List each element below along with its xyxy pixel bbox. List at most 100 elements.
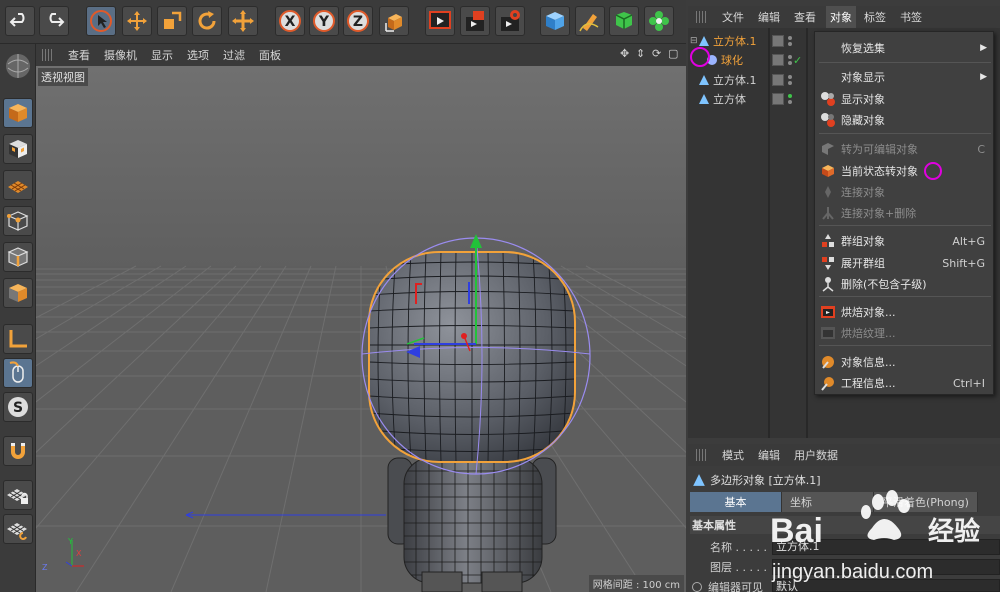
object-visibility-toggles[interactable]: ✓ <box>772 51 806 69</box>
menu-bake-objects[interactable]: 烘焙对象... <box>815 302 993 322</box>
workplane-mode-button[interactable] <box>3 170 33 200</box>
redo-icon <box>49 13 65 27</box>
menu-item-label: 转为可编辑对象 <box>841 143 918 156</box>
viewport-menu-options[interactable]: 选项 <box>187 47 209 63</box>
menu-restore-selection[interactable]: 恢复选集 ▶ <box>815 38 993 58</box>
snapping-button[interactable]: S <box>3 392 33 422</box>
coordinate-system-button[interactable] <box>379 6 409 36</box>
viewport-menu-panel[interactable]: 面板 <box>259 47 281 63</box>
menu-connect-objects[interactable]: 连接对象 <box>815 182 993 202</box>
menu-delete-without-children[interactable]: 删除(不包含子级) <box>815 274 993 294</box>
object-row-cube[interactable]: 立方体 <box>690 90 768 108</box>
menu-bake-texture[interactable]: 烘焙纹理... <box>815 323 993 343</box>
radio-icon[interactable] <box>692 582 702 592</box>
column-divider[interactable] <box>768 28 770 438</box>
undo-button[interactable] <box>5 6 35 36</box>
rotate-button[interactable] <box>192 6 222 36</box>
cube-primitive-button[interactable] <box>540 6 570 36</box>
viewport-menu-display[interactable]: 显示 <box>151 47 173 63</box>
pan-icon[interactable]: ✥ <box>620 48 632 60</box>
texture-mode-button[interactable] <box>3 134 33 164</box>
am-menu-mode[interactable]: 模式 <box>722 447 744 463</box>
collapse-icon[interactable]: ⊟ <box>690 36 698 46</box>
render-view-button[interactable] <box>425 6 455 36</box>
menu-show-objects[interactable]: 显示对象 <box>815 89 993 109</box>
layer-swatch[interactable] <box>772 54 784 66</box>
object-visibility-toggles[interactable] <box>772 32 806 50</box>
visibility-dots-icon[interactable] <box>788 93 792 105</box>
menu-object-info[interactable]: 对象信息... <box>815 352 993 372</box>
menu-expand-group[interactable]: 展开群组 Shift+G <box>815 253 993 273</box>
menu-current-state-to-object[interactable]: 当前状态转对象 <box>815 161 993 181</box>
edges-mode-button[interactable] <box>3 242 33 272</box>
layer-swatch[interactable] <box>772 93 784 105</box>
viewport-menu-filter[interactable]: 过滤 <box>223 47 245 63</box>
svg-text:X: X <box>76 549 82 558</box>
move-button[interactable] <box>122 6 152 36</box>
object-visibility-toggles[interactable] <box>772 90 806 108</box>
menu-item-label: 隐藏对象 <box>841 114 885 127</box>
model-mode-button[interactable] <box>3 98 33 128</box>
z-axis-lock-button[interactable]: Z <box>343 6 373 36</box>
layer-swatch[interactable] <box>772 35 784 47</box>
points-mode-button[interactable] <box>3 206 33 236</box>
object-visibility-toggles[interactable] <box>772 71 806 89</box>
menu-item-label: 连接对象+删除 <box>841 207 917 220</box>
maximize-icon[interactable]: ▢ <box>668 48 680 60</box>
viewport-menu-view[interactable]: 查看 <box>68 47 90 63</box>
submenu-arrow-icon: ▶ <box>980 43 987 53</box>
live-selection-button[interactable] <box>86 6 116 36</box>
scale-button[interactable] <box>157 6 187 36</box>
menu-make-editable[interactable]: 转为可编辑对象 C <box>815 139 993 159</box>
viewport-label[interactable]: 透视视图 <box>38 68 88 86</box>
menu-project-info[interactable]: 工程信息... Ctrl+I <box>815 373 993 393</box>
enabled-check-icon[interactable]: ✓ <box>793 54 802 67</box>
transform-button[interactable] <box>228 6 258 36</box>
menu-connect-delete[interactable]: 连接对象+删除 <box>815 203 993 223</box>
menu-hide-objects[interactable]: 隐藏对象 <box>815 110 993 130</box>
object-row-cube1-copy[interactable]: 立方体.1 <box>690 71 768 89</box>
layer-swatch[interactable] <box>772 74 784 86</box>
menu-group-objects[interactable]: 群组对象 Alt+G <box>815 231 993 251</box>
polygon-cube-icon <box>9 284 27 302</box>
view-layout-icon[interactable] <box>4 50 32 86</box>
perspective-viewport[interactable]: Y Z X 透视视图 网格间距 : 100 cm <box>36 66 686 592</box>
x-axis-lock-button[interactable]: X <box>275 6 305 36</box>
tweak-mode-button[interactable] <box>3 358 33 388</box>
dolly-icon[interactable]: ⇕ <box>636 48 648 60</box>
generator-button[interactable] <box>644 6 674 36</box>
column-divider[interactable] <box>806 28 808 438</box>
locked-workplane-button[interactable] <box>3 480 33 510</box>
om-menu-tags[interactable]: 标签 <box>864 9 886 25</box>
visibility-dots-icon[interactable] <box>788 35 792 47</box>
om-menu-view[interactable]: 查看 <box>794 9 816 25</box>
om-menu-file[interactable]: 文件 <box>722 9 744 25</box>
om-menu-objects[interactable]: 对象 <box>826 6 856 28</box>
render-settings-button[interactable] <box>495 6 525 36</box>
orbit-icon[interactable]: ⟳ <box>652 48 664 60</box>
pen-icon <box>579 14 599 32</box>
menu-item-label: 删除(不包含子级) <box>841 278 927 291</box>
om-menu-edit[interactable]: 编辑 <box>758 9 780 25</box>
y-axis-lock-button[interactable]: Y <box>309 6 339 36</box>
visibility-dots-icon[interactable] <box>788 54 792 66</box>
menu-separator <box>819 133 991 134</box>
field-name-label: 名称 . . . . . <box>710 541 767 554</box>
magnet-snap-button[interactable] <box>3 436 33 466</box>
planar-workplane-button[interactable] <box>3 514 33 544</box>
visibility-dots-icon[interactable] <box>788 74 792 86</box>
polygons-mode-button[interactable] <box>3 278 33 308</box>
am-menu-user-data[interactable]: 用户数据 <box>794 447 838 463</box>
am-menu-edit[interactable]: 编辑 <box>758 447 780 463</box>
current-state-icon <box>819 162 837 180</box>
object-info-icon <box>819 353 837 371</box>
pen-spline-button[interactable] <box>575 6 605 36</box>
subdivision-surface-button[interactable] <box>609 6 639 36</box>
baidu-paw-logo: Bai 经验 jingyan.baidu.com <box>770 490 980 583</box>
redo-button[interactable] <box>39 6 69 36</box>
menu-object-display[interactable]: 对象显示 ▶ <box>815 67 993 87</box>
viewport-menu-cameras[interactable]: 摄像机 <box>104 47 137 63</box>
om-menu-bookmarks[interactable]: 书签 <box>900 9 922 25</box>
render-picture-viewer-button[interactable] <box>460 6 490 36</box>
enable-axis-button[interactable] <box>3 324 33 354</box>
